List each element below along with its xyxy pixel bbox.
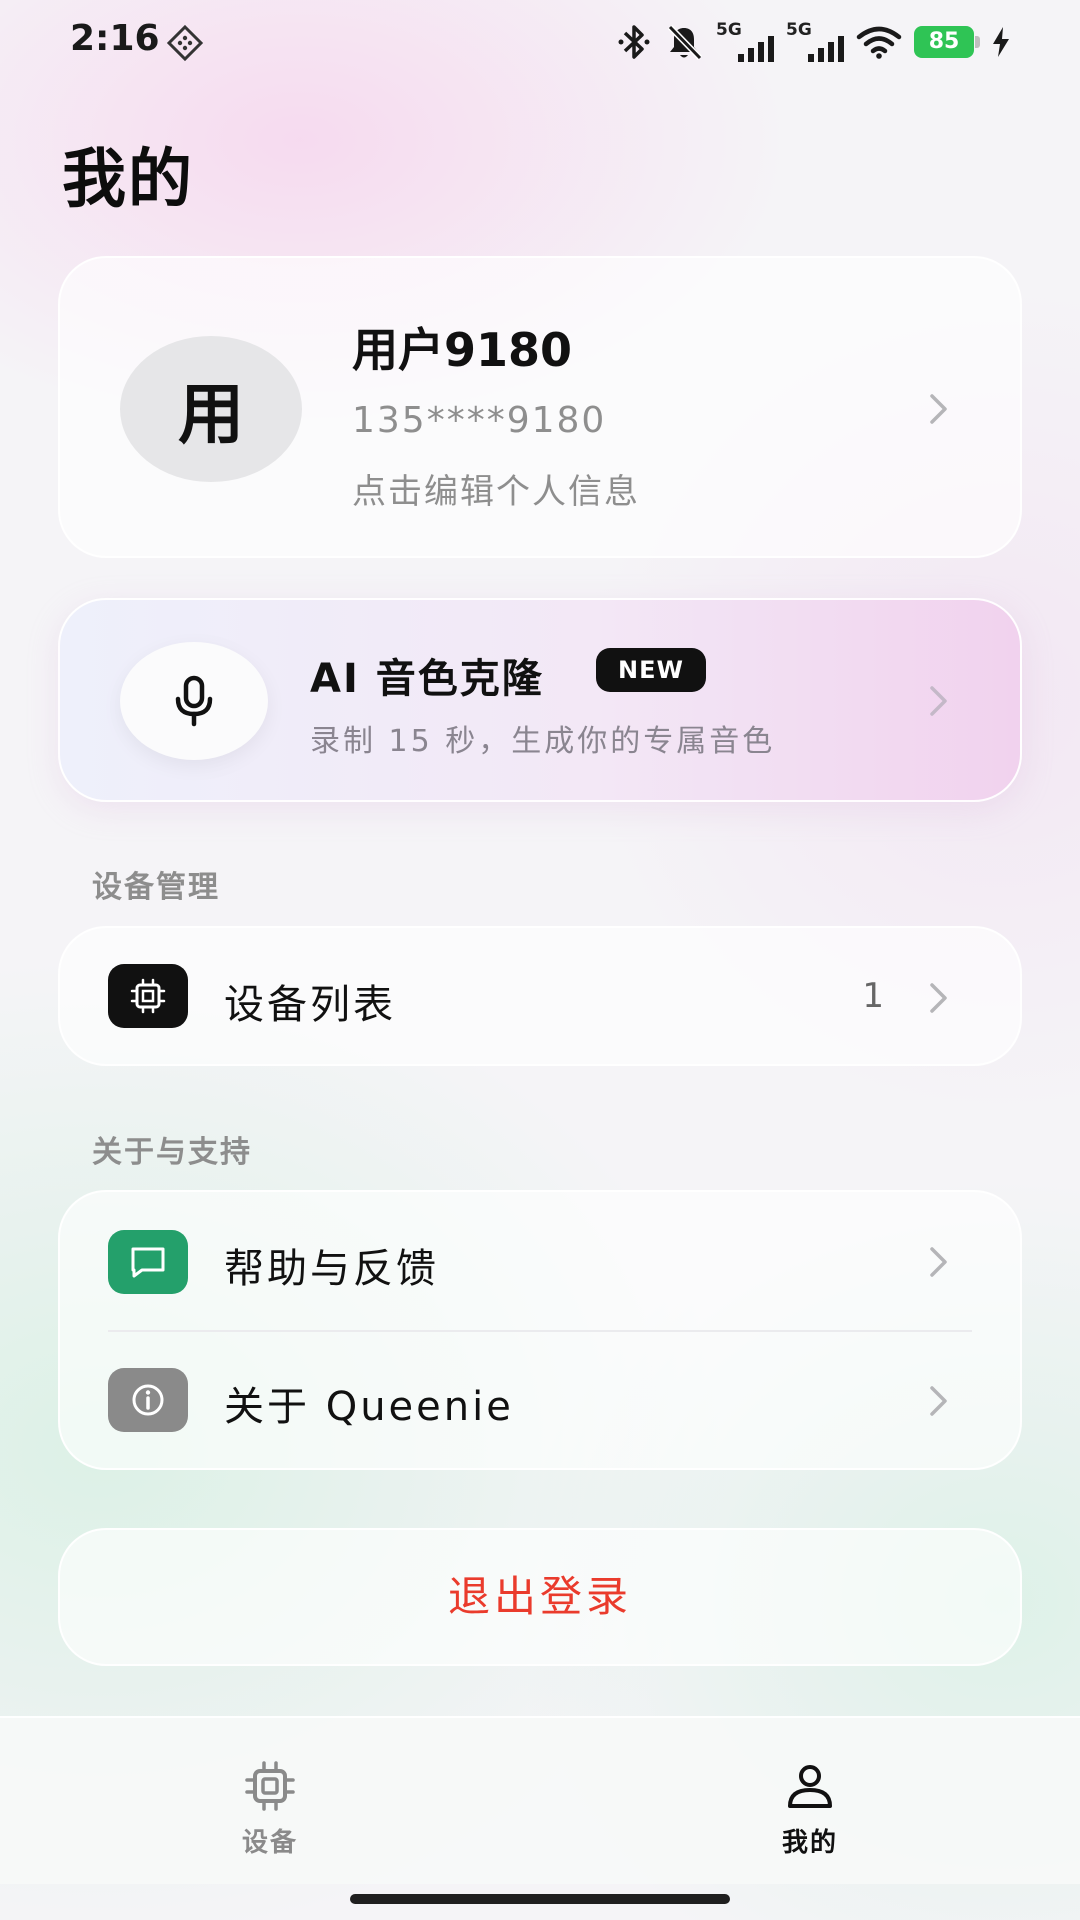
status-bar: 2:16 5G 5G 85: [0, 0, 1080, 84]
chip-icon: [108, 964, 188, 1028]
about-label: 关于 Queenie: [224, 1384, 514, 1430]
chip-icon: [245, 1761, 295, 1811]
chevron-right-icon: [930, 394, 947, 424]
logout-label: 退出登录: [447, 1572, 632, 1621]
chevron-right-icon: [930, 686, 947, 716]
microphone-icon: [175, 675, 213, 727]
message-icon: [108, 1230, 188, 1294]
nav-tab-mine[interactable]: 我的: [740, 1750, 880, 1860]
nav-tab-mine-label: 我的: [781, 1828, 838, 1858]
info-icon: [108, 1368, 188, 1432]
page-title: 我的: [62, 143, 194, 217]
logout-button[interactable]: 退出登录: [58, 1528, 1022, 1666]
signal-icon: 5G: [786, 20, 844, 62]
help-feedback-row[interactable]: 帮助与反馈: [60, 1192, 1020, 1330]
bottom-nav: 设备 我的: [0, 1716, 1080, 1884]
wifi-icon: [856, 25, 902, 59]
voice-clone-title: AI 音色克隆: [310, 656, 544, 702]
new-badge: NEW: [596, 648, 706, 692]
chevron-right-icon: [930, 1386, 947, 1416]
nav-tab-device-label: 设备: [241, 1828, 298, 1858]
chevron-right-icon: [930, 983, 947, 1013]
profile-edit-hint: 点击编辑个人信息: [352, 472, 640, 512]
help-feedback-label: 帮助与反馈: [224, 1246, 439, 1292]
device-list-row[interactable]: 设备列表 1: [58, 926, 1022, 1066]
device-count: 1: [862, 976, 884, 1016]
about-row[interactable]: 关于 Queenie: [60, 1332, 1020, 1470]
bluetooth-icon: [616, 22, 652, 62]
section-label-device: 设备管理: [92, 870, 220, 905]
user-icon: [788, 1765, 832, 1808]
nfc-icon: [166, 24, 204, 62]
voice-clone-subtitle: 录制 15 秒，生成你的专属音色: [310, 724, 776, 759]
status-icons: 5G 5G 85: [616, 20, 1010, 64]
signal-icon: 5G: [716, 20, 774, 62]
section-label-support: 关于与支持: [92, 1135, 252, 1170]
mic-button: [120, 642, 268, 760]
chevron-right-icon: [930, 1247, 947, 1277]
charging-icon: [992, 27, 1010, 57]
avatar: 用: [120, 336, 302, 482]
profile-card[interactable]: 用 用户9180 135****9180 点击编辑个人信息: [58, 256, 1022, 558]
status-time: 2:16: [70, 18, 160, 59]
nav-tab-device[interactable]: 设备: [200, 1750, 340, 1860]
ai-voice-clone-card[interactable]: AI 音色克隆 NEW 录制 15 秒，生成你的专属音色: [58, 598, 1022, 802]
support-card: 帮助与反馈 关于 Queenie: [58, 1190, 1022, 1470]
bell-off-icon: [664, 22, 704, 62]
profile-phone: 135****9180: [352, 400, 607, 441]
profile-name: 用户9180: [352, 323, 573, 377]
device-list-label: 设备列表: [224, 982, 396, 1028]
home-indicator: [350, 1894, 730, 1904]
battery-level: 85: [928, 29, 960, 54]
battery-icon: 85: [914, 26, 980, 58]
